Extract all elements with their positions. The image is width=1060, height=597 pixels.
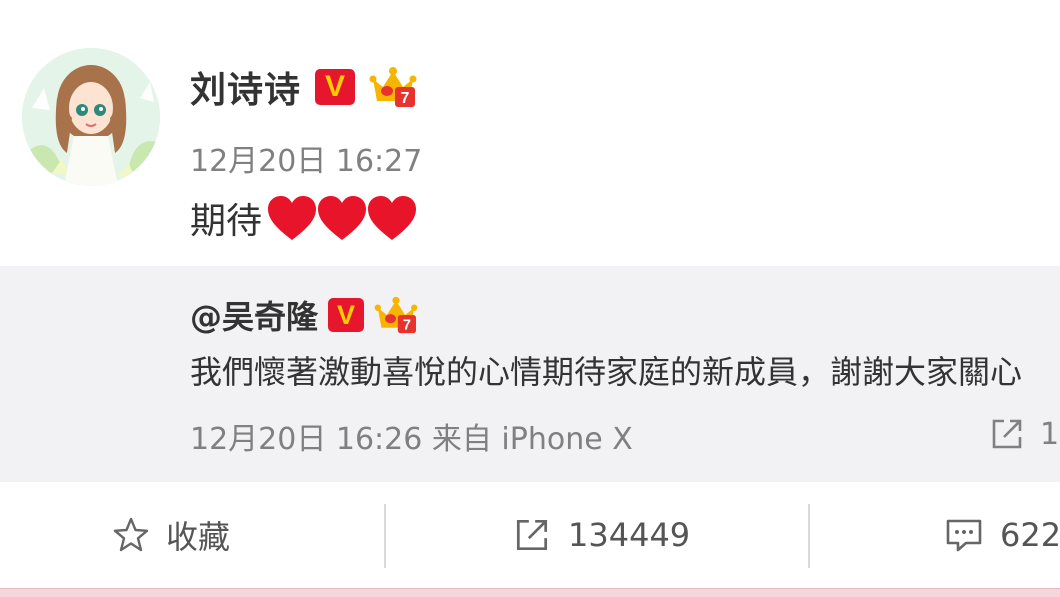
share-icon [516, 519, 548, 551]
action-bar: 收藏 134449 622 [0, 482, 1060, 588]
repost-meta[interactable]: 12月20日 16:26 来自 iPhone X [190, 414, 633, 458]
repost-author-name[interactable]: @吴奇隆 [190, 292, 318, 338]
post-text-content: 期待 [190, 201, 263, 242]
heart-icon [368, 196, 417, 240]
post-author-row: 刘诗诗 V 7 [190, 62, 417, 112]
avatar[interactable] [22, 48, 160, 186]
svg-text:7: 7 [403, 318, 411, 334]
favorite-button[interactable]: 收藏 [112, 482, 230, 588]
heart-icon [318, 196, 367, 240]
repost-author-row: @吴奇隆 V 7 [190, 294, 418, 336]
heart-icon [268, 196, 317, 240]
share-icon [992, 419, 1022, 449]
comment-icon [946, 519, 982, 552]
star-icon [113, 517, 149, 552]
avatar-illustration [22, 48, 160, 186]
svg-text:7: 7 [401, 90, 410, 107]
comment-button[interactable]: 622 [944, 482, 1060, 588]
vip-crown-icon[interactable]: 7 [374, 295, 418, 335]
repost-share-button[interactable]: 1 [988, 414, 1059, 454]
action-divider [384, 504, 386, 568]
vip-crown-icon[interactable]: 7 [369, 65, 417, 109]
action-divider [808, 504, 810, 568]
repost-share-count: 1 [1040, 416, 1060, 452]
favorite-label: 收藏 [166, 518, 231, 556]
repost-button[interactable]: 134449 [512, 482, 690, 588]
verified-v-icon[interactable]: V [328, 298, 365, 332]
repost-box[interactable]: @吴奇隆 V 7 我們懷著激動喜悅的心情期待家庭的新成員，謝謝大家關心 12月2… [0, 266, 1060, 482]
verified-v-icon[interactable]: V [315, 69, 356, 105]
author-name[interactable]: 刘诗诗 [190, 61, 301, 113]
post-text: 期待 [190, 190, 417, 246]
repost-count: 134449 [568, 516, 691, 554]
post-timestamp[interactable]: 12月20日 16:27 [190, 136, 422, 180]
repost-text[interactable]: 我們懷著激動喜悅的心情期待家庭的新成員，謝謝大家關心 [190, 350, 1060, 394]
comment-count: 622 [1000, 516, 1060, 554]
heart-emoji-group [266, 194, 417, 242]
